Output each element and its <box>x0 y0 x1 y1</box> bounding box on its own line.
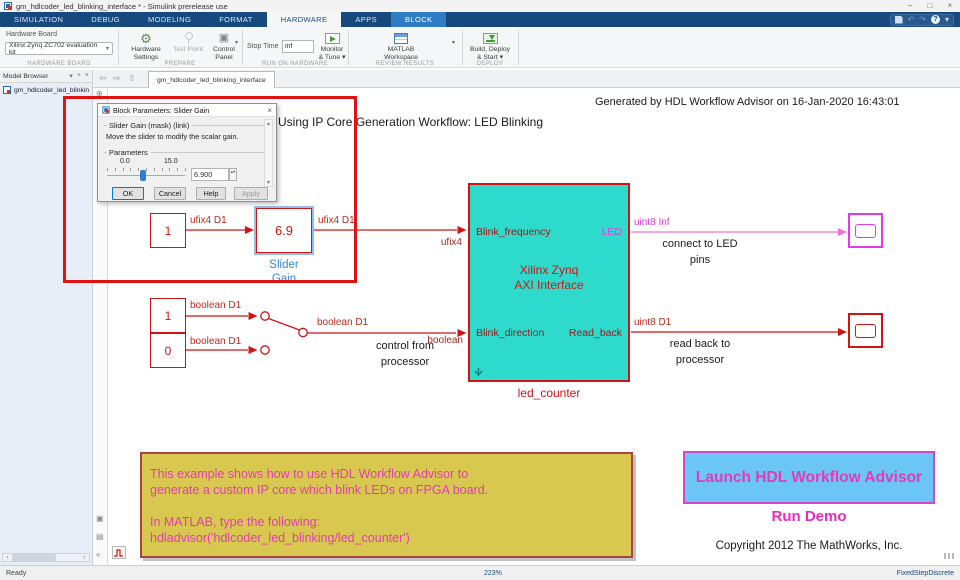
help-button[interactable]: Help <box>196 187 226 200</box>
launch-button-label: Launch HDL Workflow Advisor <box>695 468 923 486</box>
arrowhead <box>248 346 258 354</box>
scroll-up-icon[interactable]: ▴ <box>267 121 270 127</box>
port-blink-frequency: Blink_frequency <box>476 226 551 238</box>
slider-thumb[interactable] <box>140 170 146 181</box>
mask-header-label: Slider Gain (mask) (link) <box>109 121 190 130</box>
dialog-scrollbar[interactable]: ▴ ▾ <box>264 119 273 187</box>
switch-output[interactable] <box>298 327 308 338</box>
gain-value-input[interactable] <box>191 168 229 181</box>
dialog-close-icon[interactable]: × <box>267 106 272 115</box>
switch-contact-top[interactable] <box>260 311 270 321</box>
slider-min-label: 0.0 <box>120 158 130 165</box>
arrowhead <box>248 312 258 320</box>
block-parameters-dialog[interactable]: Block Parameters: Slider Gain × Slider G… <box>97 103 277 202</box>
arrowhead <box>838 328 847 336</box>
cancel-button[interactable]: Cancel <box>154 187 186 200</box>
axi-interface-block[interactable]: Blink_frequency LED Xilinx Zynq AXI Inte… <box>468 183 630 382</box>
mask-header: Slider Gain (mask) (link) <box>104 121 264 130</box>
arrowhead <box>457 329 467 337</box>
launch-hdl-workflow-button[interactable]: Launch HDL Workflow Advisor <box>683 451 935 504</box>
ok-button[interactable]: OK <box>112 187 144 200</box>
dialog-title: Block Parameters: Slider Gain <box>113 105 210 115</box>
slider-track[interactable] <box>107 175 185 176</box>
arrowhead <box>838 228 847 236</box>
dialog-description: Move the slider to modify the scalar gai… <box>106 132 239 141</box>
dialog-titlebar[interactable]: Block Parameters: Slider Gain × <box>98 104 276 117</box>
axi-block-name: Xilinx Zynq AXI Interface <box>514 263 584 292</box>
port-led: LED <box>601 226 622 238</box>
switch-contact-bottom[interactable] <box>260 345 270 355</box>
simulink-dialog-icon <box>102 106 110 114</box>
parameters-header: Parameters <box>104 148 264 157</box>
slider-ticks <box>107 168 186 171</box>
slider-max-label: 15.0 <box>164 158 178 165</box>
scroll-down-icon[interactable]: ▾ <box>265 179 272 186</box>
port-read-back: Read_back <box>568 327 622 339</box>
value-spinner[interactable]: ▴▾ <box>229 168 237 181</box>
apply-button[interactable]: Apply <box>234 187 268 200</box>
switch-lever[interactable] <box>268 317 300 331</box>
example-note-box[interactable]: This example shows how to use HDL Workfl… <box>140 452 633 558</box>
subsystem-arrow-icon[interactable] <box>474 368 483 377</box>
port-blink-direction: Blink_direction <box>476 327 545 339</box>
parameters-label: Parameters <box>109 148 148 157</box>
arrowhead <box>457 226 467 234</box>
